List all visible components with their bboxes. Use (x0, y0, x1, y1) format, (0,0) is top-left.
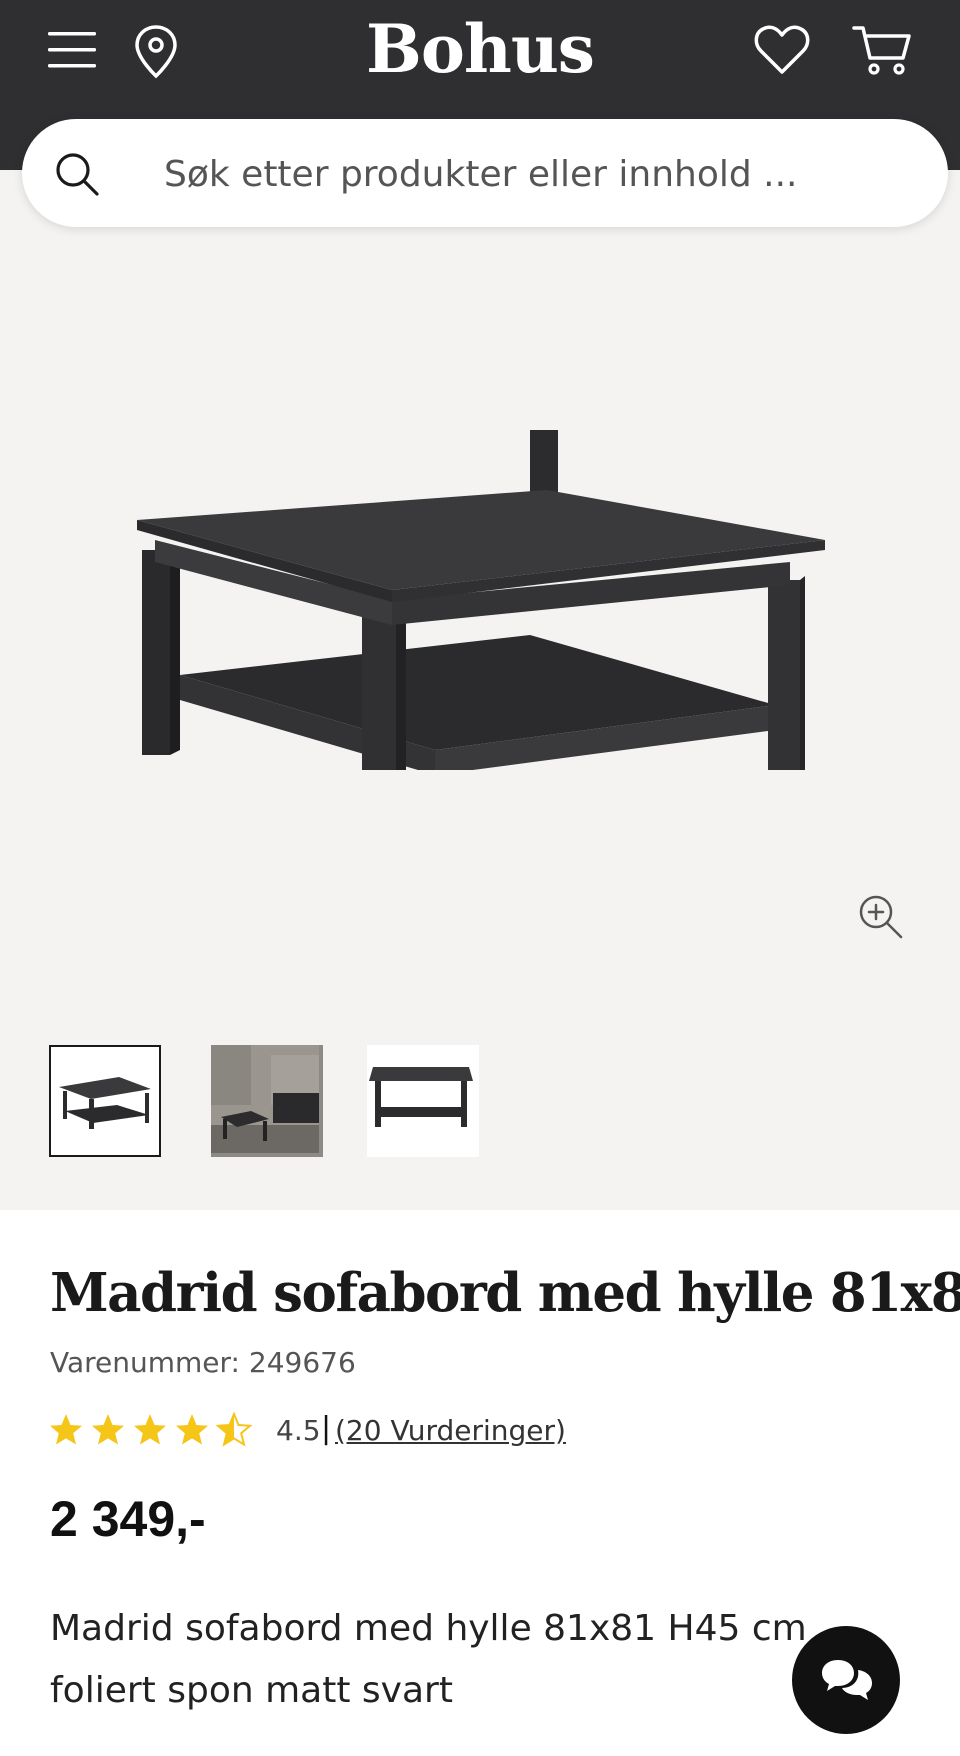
cart-icon[interactable] (852, 24, 912, 76)
reviews-link[interactable]: (20 Vurderinger) (335, 1414, 566, 1447)
star-icon (176, 1414, 208, 1445)
bohus-logo[interactable]: Bohus (0, 10, 960, 88)
chat-bubbles-icon (822, 1660, 872, 1700)
product-main-image[interactable] (100, 330, 840, 770)
product-sku: Varenummer: 249676 (50, 1346, 356, 1379)
star-icon (92, 1414, 124, 1445)
thumbnail-1[interactable] (49, 1045, 161, 1157)
thumbnail-3[interactable] (367, 1045, 479, 1157)
product-description: Madrid sofabord med hylle 81x81 H45 cm f… (50, 1608, 807, 1711)
search-input[interactable] (162, 143, 906, 205)
rating-separator: | (321, 1411, 332, 1446)
thumbnail-2-image (211, 1045, 319, 1153)
search-icon[interactable] (54, 151, 100, 197)
star-icon (50, 1414, 82, 1445)
thumbnail-2[interactable] (211, 1045, 323, 1157)
product-title: Madrid sofabord med hylle 81x81 (50, 1262, 960, 1324)
chat-button[interactable] (792, 1626, 900, 1734)
thumbnail-1-image (59, 1077, 151, 1129)
star-icon (134, 1414, 166, 1445)
product-price: 2 349,- (50, 1491, 206, 1547)
rating-value: 4.5 (276, 1414, 321, 1447)
search-bar[interactable] (22, 119, 948, 227)
heart-icon[interactable] (754, 24, 810, 76)
half-star-icon (217, 1413, 251, 1446)
rating-stars (50, 1413, 251, 1446)
zoom-in-icon[interactable] (858, 894, 904, 940)
thumbnail-3-image (369, 1067, 473, 1127)
